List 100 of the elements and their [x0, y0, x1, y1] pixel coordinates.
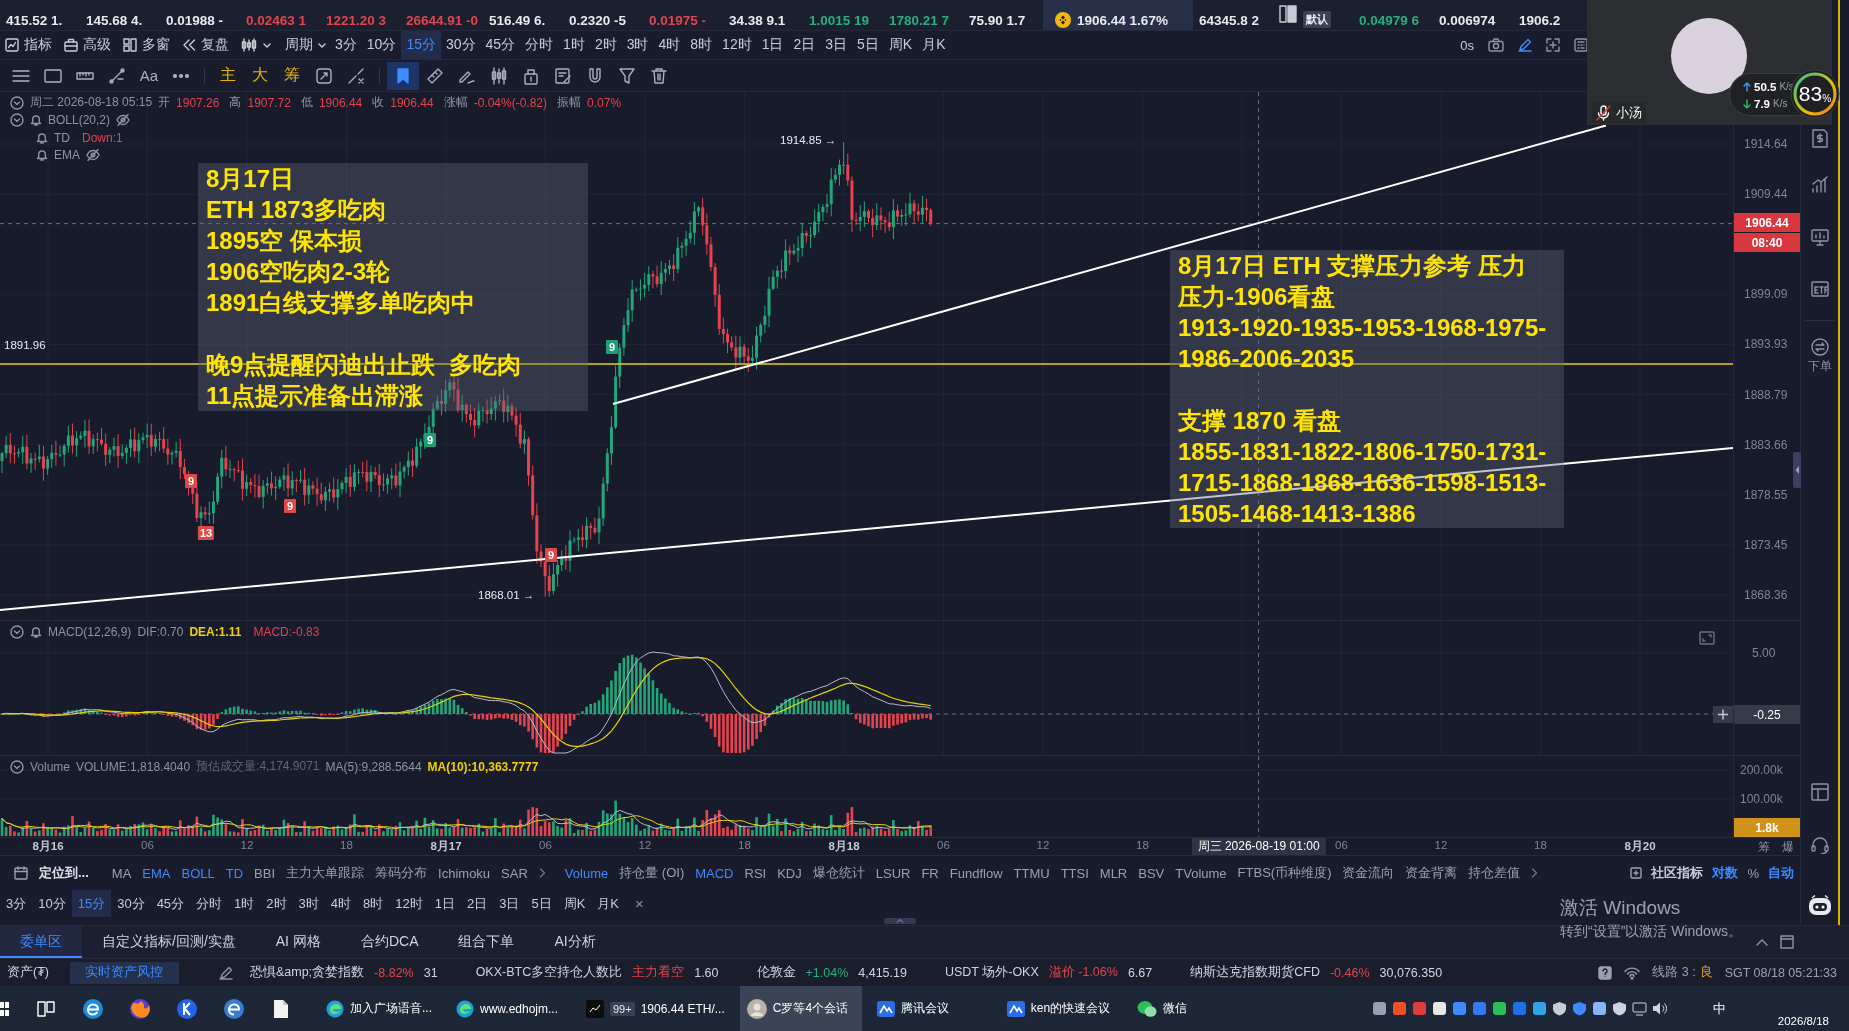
input-method-indicator[interactable]: 中	[1712, 999, 1726, 1018]
axis-toggle[interactable]: 爆	[1782, 839, 1794, 856]
period-tab[interactable]: 周K	[883, 31, 918, 59]
scale-option[interactable]: 自动	[1768, 864, 1794, 882]
ticker-item[interactable]: 145.68 4.	[80, 0, 160, 30]
line-arrows-icon[interactable]	[347, 66, 365, 85]
alert-bell-icon[interactable]	[30, 114, 42, 127]
ticker-item[interactable]: 1906.44 1.67%	[1043, 0, 1194, 30]
taskbar-app[interactable]: C罗等4个会话	[739, 986, 862, 1031]
period-tab[interactable]: 15分	[71, 890, 112, 917]
chart-layer-button[interactable]: 主	[212, 61, 244, 90]
visibility-off-icon[interactable]	[86, 149, 100, 162]
ticker-item[interactable]: 64345.8 2	[1193, 0, 1274, 30]
period-tab[interactable]: 4时	[653, 31, 686, 59]
indicator-tab[interactable]: Ichimoku	[438, 865, 491, 881]
indicator-tab[interactable]: BOLL	[181, 865, 215, 881]
period-tab[interactable]: 8时	[685, 31, 718, 59]
connection-line[interactable]: 线路 3 :	[1652, 964, 1696, 981]
chevron-up-icon[interactable]	[1756, 938, 1768, 946]
collapse-icon[interactable]	[10, 113, 24, 128]
expand-icon[interactable]	[1699, 631, 1715, 645]
locate-button[interactable]: 定位到...	[39, 864, 89, 882]
indicator-tab[interactable]: 主力大单跟踪	[286, 864, 365, 882]
risk-control-button[interactable]: 实时资产风控	[69, 961, 179, 984]
edit-icon[interactable]	[218, 965, 233, 980]
panel-tab[interactable]: 委单区	[0, 926, 82, 958]
tray-app-icon[interactable]	[1591, 1001, 1607, 1016]
period-tab[interactable]: 10分	[32, 890, 72, 917]
calendar-icon[interactable]	[14, 866, 28, 880]
list-box-icon[interactable]	[1574, 38, 1588, 52]
line-tool-icon[interactable]	[108, 66, 126, 85]
indicator-tab[interactable]: TTMU	[1013, 865, 1050, 881]
ticker-item[interactable]: 1221.20 3	[320, 0, 400, 30]
add-icon[interactable]	[1713, 706, 1733, 723]
period-tab[interactable]: 分时	[190, 890, 229, 917]
ticker-item[interactable]: 26644.91 -0	[400, 0, 484, 30]
panel-tab[interactable]: 组合下单	[438, 926, 535, 958]
ticker-item[interactable]: 0.04979 6	[1353, 0, 1434, 30]
bar-chart-icon[interactable]	[1810, 175, 1829, 193]
indicator-tab[interactable]: TTSI	[1060, 865, 1089, 881]
taskbar-app[interactable]: 99+ 1906.44 ETH/...	[579, 986, 732, 1031]
indicator-tab[interactable]: TD	[225, 865, 244, 881]
indicator-tab[interactable]: 资金流向	[1342, 864, 1395, 882]
scale-option[interactable]: 对数	[1712, 864, 1739, 882]
period-tab[interactable]: 5日	[852, 31, 884, 59]
indicator-tab[interactable]: Volume	[564, 865, 609, 881]
tray-app-icon[interactable]	[1371, 1001, 1387, 1016]
chart-layer-button[interactable]: 大	[244, 61, 276, 90]
panel-toggle-icon[interactable]	[884, 918, 916, 924]
period-tab[interactable]: 3日	[493, 890, 526, 917]
robot-mascot-icon[interactable]	[1807, 895, 1832, 917]
indicator-tab[interactable]: MACD	[695, 865, 734, 881]
panel-tab[interactable]: 自定义指标/回测/实盘	[82, 926, 256, 958]
period-tab[interactable]: 5日	[525, 890, 558, 917]
close-button[interactable]: ×	[635, 895, 644, 912]
layout-icon[interactable]	[1810, 783, 1829, 801]
ticker-item[interactable]: 0.01975 -	[643, 0, 724, 30]
indicator-tab[interactable]: 持仓量 (OI)	[619, 864, 685, 882]
layout-switcher[interactable]: 默认	[1273, 0, 1354, 30]
indicator-tab[interactable]: TVolume	[1175, 865, 1227, 881]
toolbar-button[interactable]: 复盘	[182, 33, 229, 57]
period-tab[interactable]: 15分	[401, 31, 441, 59]
indicator-tab[interactable]: BSV	[1138, 865, 1165, 881]
period-tab[interactable]: 2时	[589, 31, 622, 59]
period-tab[interactable]: 3时	[292, 890, 325, 917]
indicator-tab[interactable]: MA	[111, 865, 132, 881]
period-tab[interactable]: 3分	[0, 890, 33, 917]
period-tab[interactable]: 2日	[461, 890, 494, 917]
collapse-icon[interactable]	[10, 95, 24, 110]
toolbar-button[interactable]: 指标	[5, 33, 52, 57]
text-tool-button[interactable]: Aa	[133, 61, 165, 90]
speaker-icon[interactable]	[1651, 1001, 1667, 1016]
browser-e-icon[interactable]	[222, 997, 245, 1020]
indicator-tab[interactable]: FTBS(币种维度)	[1237, 864, 1332, 882]
alert-bell-icon[interactable]	[36, 149, 48, 162]
period-tab[interactable]: 1时	[228, 890, 261, 917]
period-tab[interactable]: 3时	[621, 31, 654, 59]
period-tab[interactable]: 1日	[756, 31, 789, 59]
axis-toggle[interactable]: 筹	[1758, 839, 1770, 856]
panel-tab[interactable]: AI分析	[534, 926, 616, 958]
indicator-tab[interactable]: MLR	[1099, 865, 1128, 881]
alert-bell-icon[interactable]	[30, 625, 42, 638]
indicator-tab[interactable]: KDJ	[777, 865, 802, 881]
shield-icon[interactable]	[1571, 1001, 1587, 1016]
indicator-tab[interactable]: SAR	[501, 865, 528, 881]
drawing-tool-button[interactable]	[387, 61, 419, 90]
ticker-item[interactable]: 516.49 6.	[483, 0, 564, 30]
ticker-item[interactable]: 1780.21 7	[883, 0, 964, 30]
indicator-tab[interactable]: BBI	[254, 865, 276, 881]
panel-toggle-icon[interactable]	[1793, 452, 1801, 488]
indicator-tab[interactable]: EMA	[142, 865, 171, 881]
indicator-tab[interactable]: 持仓差值	[1468, 864, 1521, 882]
period-tab[interactable]: 12时	[717, 31, 757, 59]
period-tab[interactable]: 2日	[788, 31, 821, 59]
taskbar-app[interactable]: 加入广场语音...	[319, 986, 441, 1031]
period-tab[interactable]: 2时	[260, 890, 293, 917]
browser-e-icon[interactable]	[81, 997, 104, 1020]
rectangle-icon[interactable]	[44, 66, 62, 85]
ticker-item[interactable]: 1906.2	[1513, 0, 1561, 30]
taskbar-app[interactable]: 微信	[1129, 986, 1194, 1031]
